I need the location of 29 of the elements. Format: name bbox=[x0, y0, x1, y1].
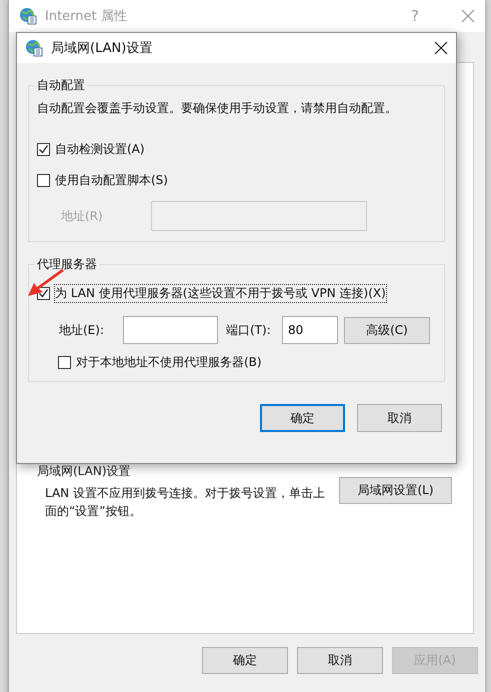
checkbox[interactable] bbox=[37, 143, 50, 156]
lan-settings-button[interactable]: 局域网设置(L) bbox=[339, 477, 452, 504]
group-title: 自动配置 bbox=[36, 77, 86, 94]
dialog-title: 局域网(LAN)设置 bbox=[51, 40, 154, 57]
checkbox-label[interactable]: 为 LAN 使用代理服务器(这些设置不用于拨号或 VPN 连接)(X) bbox=[55, 285, 386, 302]
arrow-annotation bbox=[27, 269, 65, 297]
field-label: 地址(R) bbox=[60, 208, 104, 224]
input-field[interactable] bbox=[123, 316, 218, 344]
group-description: 自动配置会覆盖手动设置。要确保使用手动设置，请禁用自动配置。 bbox=[37, 100, 398, 117]
field-label: 地址(E): bbox=[59, 322, 105, 338]
checkbox-label[interactable]: 自动检测设置(A) bbox=[55, 141, 145, 158]
checkbox-label[interactable]: 使用自动配置脚本(S) bbox=[55, 172, 168, 189]
input-field[interactable]: 80 bbox=[282, 316, 338, 344]
advanced-button[interactable]: 高级(C) bbox=[344, 316, 430, 344]
dialog-button[interactable]: 取消 bbox=[297, 647, 383, 674]
checkbox[interactable] bbox=[37, 174, 50, 187]
globe-icon bbox=[25, 39, 43, 57]
dialog-button[interactable]: 确定 bbox=[202, 647, 288, 674]
checkbox[interactable] bbox=[58, 356, 71, 369]
checkbox-label[interactable]: 对于本地地址不使用代理服务器(B) bbox=[76, 354, 262, 371]
close-icon[interactable] bbox=[434, 41, 448, 55]
field-label: 端口(T): bbox=[226, 322, 272, 338]
globe-icon bbox=[19, 7, 37, 25]
section-description: LAN 设置不应用到拨号连接。对于拨号设置，单击上面的“设置”按钮。 bbox=[45, 485, 325, 520]
window-title: Internet 属性 bbox=[45, 8, 128, 25]
section-title: 局域网(LAN)设置 bbox=[37, 463, 131, 480]
group-title: 代理服务器 bbox=[36, 256, 98, 273]
dialog-button[interactable]: 取消 bbox=[357, 404, 442, 432]
dialog-button[interactable]: 确定 bbox=[260, 404, 345, 432]
